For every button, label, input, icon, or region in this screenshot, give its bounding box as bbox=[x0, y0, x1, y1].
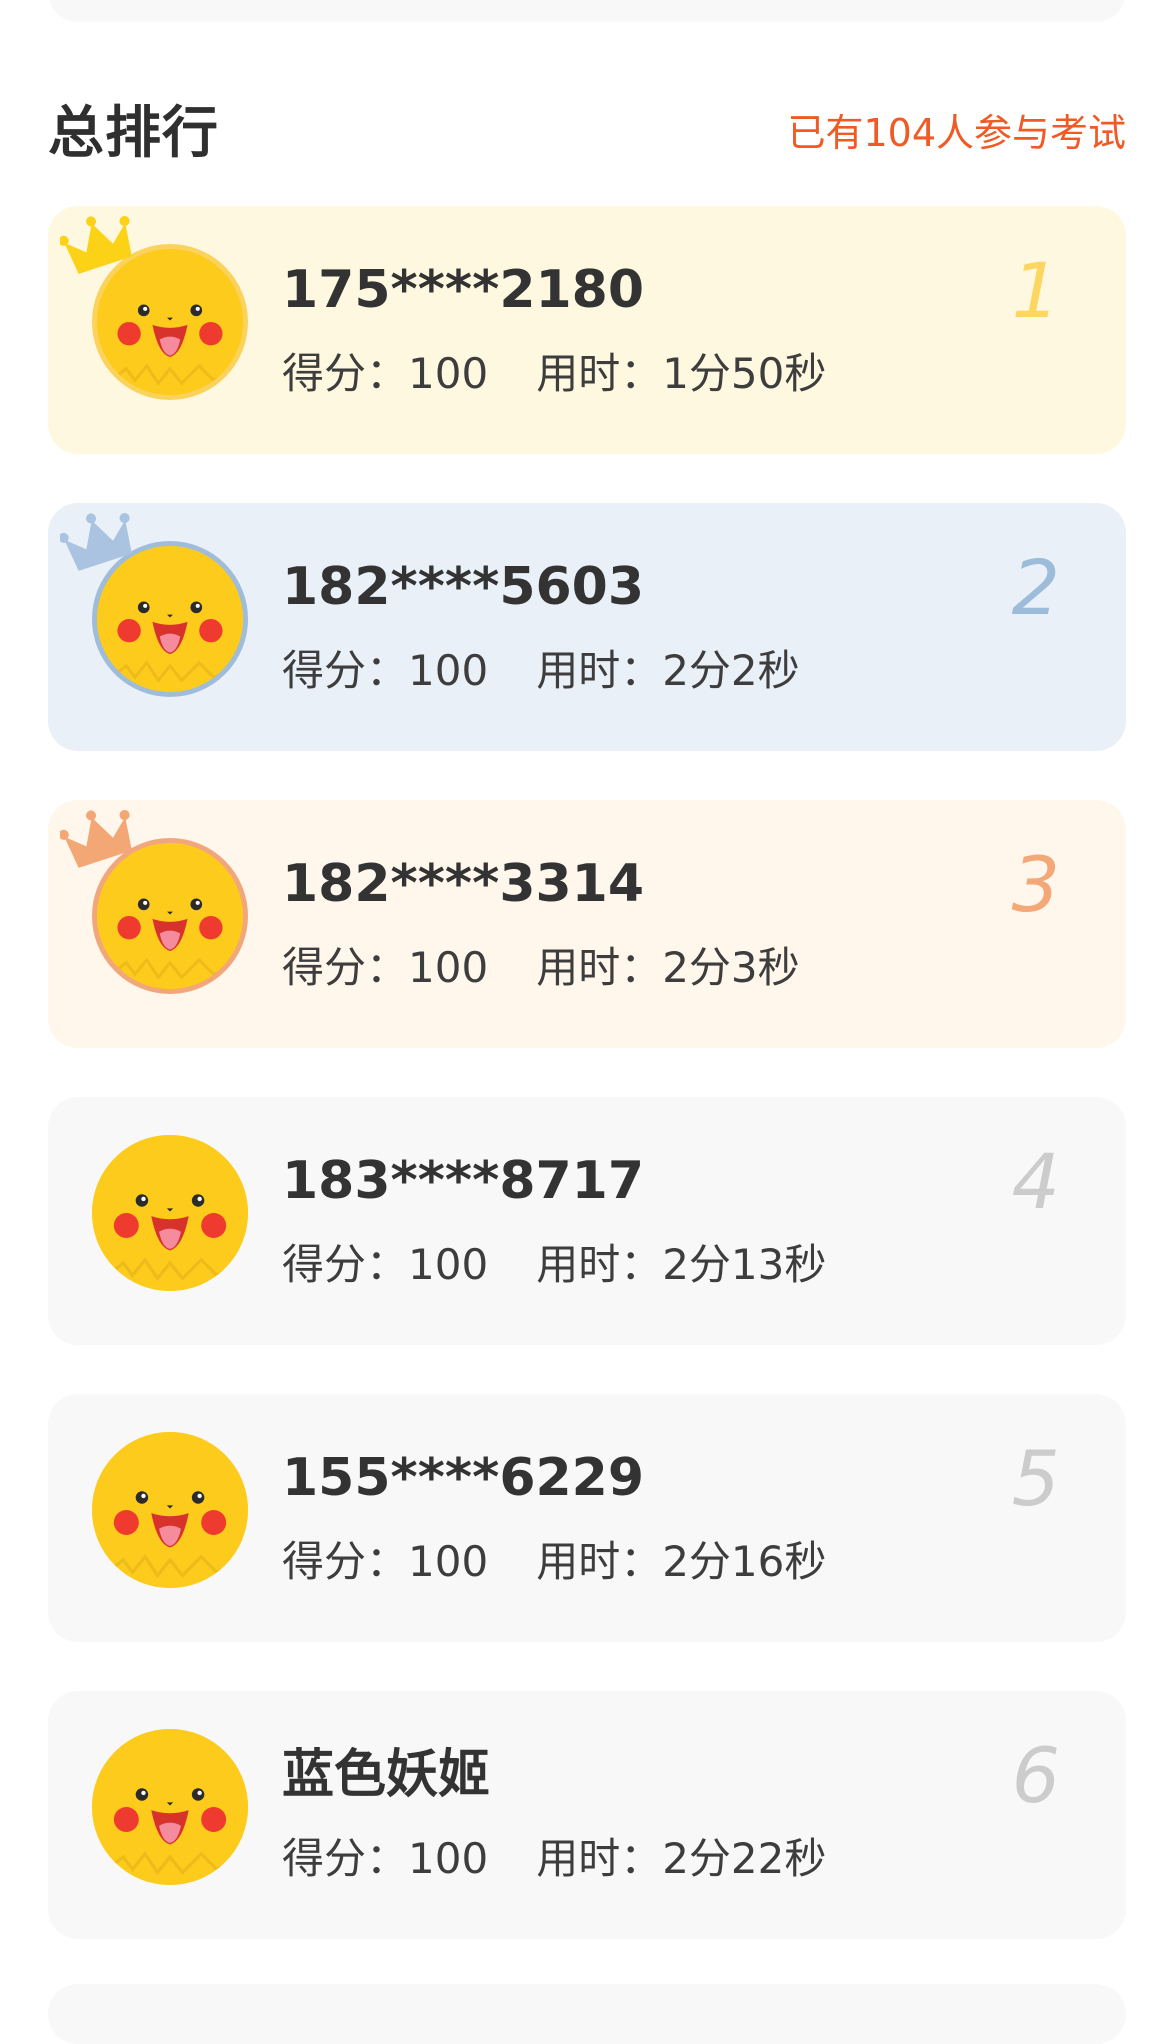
avatar[interactable] bbox=[92, 1729, 248, 1885]
score-label: 得分： bbox=[282, 646, 409, 695]
user-name: 155****6229 bbox=[282, 1448, 645, 1508]
ranking-item[interactable]: 155****6229 得分：100 用时：2分16秒 5 bbox=[48, 1394, 1126, 1642]
user-name: 183****8717 bbox=[282, 1151, 645, 1211]
time-value: 2分16秒 bbox=[662, 1537, 827, 1586]
avatar-container bbox=[60, 810, 248, 994]
pikachu-face-icon bbox=[92, 1729, 248, 1885]
score-value: 100 bbox=[408, 646, 489, 695]
avatar[interactable] bbox=[92, 1432, 248, 1588]
time-value: 1分50秒 bbox=[662, 349, 827, 398]
time-label: 用时： bbox=[536, 646, 663, 695]
score-value: 100 bbox=[408, 349, 489, 398]
user-name: 182****5603 bbox=[282, 557, 645, 617]
user-stats: 得分：100 用时：2分2秒 bbox=[282, 643, 800, 699]
ranking-item[interactable]: 175****2180 得分：100 用时：1分50秒 1 bbox=[48, 206, 1126, 454]
avatar[interactable] bbox=[92, 1135, 248, 1291]
time-value: 2分3秒 bbox=[662, 943, 800, 992]
avatar-container bbox=[60, 513, 248, 697]
time-label: 用时： bbox=[536, 943, 663, 992]
avatar-container bbox=[92, 1729, 248, 1885]
user-name: 蓝色妖姬 bbox=[282, 1745, 491, 1805]
user-name: 182****3314 bbox=[282, 854, 645, 914]
user-stats: 得分：100 用时：2分13秒 bbox=[282, 1237, 826, 1293]
score-label: 得分： bbox=[282, 1834, 409, 1883]
next-ranking-item[interactable] bbox=[48, 1984, 1126, 2044]
time-value: 2分22秒 bbox=[662, 1834, 827, 1883]
time-label: 用时： bbox=[536, 1240, 663, 1289]
ranking-item[interactable]: 蓝色妖姬 得分：100 用时：2分22秒 6 bbox=[48, 1691, 1126, 1939]
ranking-item[interactable]: 182****5603 得分：100 用时：2分2秒 2 bbox=[48, 503, 1126, 751]
time-value: 2分13秒 bbox=[662, 1240, 827, 1289]
avatar-container bbox=[92, 1135, 248, 1291]
score-value: 100 bbox=[408, 943, 489, 992]
bronze-crown-icon bbox=[60, 808, 140, 878]
score-label: 得分： bbox=[282, 943, 409, 992]
gold-crown-icon bbox=[60, 214, 140, 284]
user-name: 175****2180 bbox=[282, 260, 645, 320]
time-label: 用时： bbox=[536, 1537, 663, 1586]
time-label: 用时： bbox=[536, 349, 663, 398]
score-value: 100 bbox=[408, 1537, 489, 1586]
avatar-container bbox=[92, 1432, 248, 1588]
rank-number: 6 bbox=[1011, 1731, 1060, 1820]
participant-count: 已有104人参与考试 bbox=[787, 111, 1126, 155]
pikachu-face-icon bbox=[92, 1135, 248, 1291]
silver-crown-icon bbox=[60, 511, 140, 581]
rank-number: 4 bbox=[1011, 1137, 1060, 1226]
ranking-item[interactable]: 182****3314 得分：100 用时：2分3秒 3 bbox=[48, 800, 1126, 1048]
previous-card bbox=[48, 0, 1126, 22]
score-label: 得分： bbox=[282, 349, 409, 398]
ranking-header: 总排行 已有104人参与考试 bbox=[48, 94, 1126, 174]
score-label: 得分： bbox=[282, 1240, 409, 1289]
score-value: 100 bbox=[408, 1240, 489, 1289]
time-label: 用时： bbox=[536, 1834, 663, 1883]
user-stats: 得分：100 用时：2分22秒 bbox=[282, 1831, 826, 1887]
user-stats: 得分：100 用时：2分16秒 bbox=[282, 1534, 826, 1590]
time-value: 2分2秒 bbox=[662, 646, 800, 695]
user-stats: 得分：100 用时：1分50秒 bbox=[282, 346, 826, 402]
avatar-container bbox=[60, 216, 248, 400]
rank-number: 5 bbox=[1011, 1434, 1060, 1523]
rank-number: 1 bbox=[1011, 246, 1060, 335]
user-stats: 得分：100 用时：2分3秒 bbox=[282, 940, 800, 996]
rank-number: 3 bbox=[1011, 840, 1060, 929]
pikachu-face-icon bbox=[92, 1432, 248, 1588]
score-label: 得分： bbox=[282, 1537, 409, 1586]
section-title: 总排行 bbox=[48, 101, 219, 166]
rank-number: 2 bbox=[1011, 543, 1060, 632]
ranking-item[interactable]: 183****8717 得分：100 用时：2分13秒 4 bbox=[48, 1097, 1126, 1345]
ranking-list: 175****2180 得分：100 用时：1分50秒 1 182****560… bbox=[48, 206, 1126, 1988]
score-value: 100 bbox=[408, 1834, 489, 1883]
